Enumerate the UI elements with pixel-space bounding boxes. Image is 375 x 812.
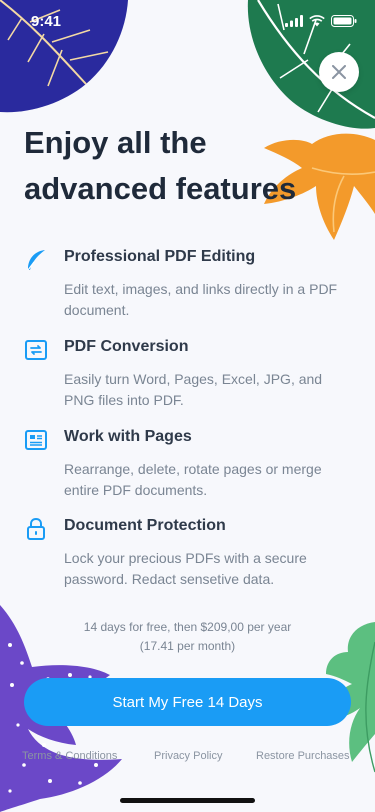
terms-link[interactable]: Terms & Conditions	[22, 750, 117, 762]
restore-purchases-link[interactable]: Restore Purchases	[256, 750, 350, 762]
feature-description: Edit text, images, and links directly in…	[64, 281, 338, 318]
status-time: 9:41	[31, 13, 62, 30]
pricing-line-1: 14 days for free, then $209,00 per year	[83, 620, 292, 634]
pages-icon	[25, 430, 47, 450]
feature-title: PDF Conversion	[64, 338, 189, 355]
page-title-line-2: advanced features	[24, 171, 297, 206]
close-button[interactable]	[319, 52, 359, 92]
conversion-icon	[25, 340, 47, 360]
feather-icon	[27, 250, 45, 271]
start-free-trial-button[interactable]: Start My Free 14 Days	[24, 678, 351, 726]
home-indicator	[120, 798, 255, 803]
feature-title: Professional PDF Editing	[64, 248, 256, 265]
feature-description: Lock your precious PDFs with a secure pa…	[64, 550, 307, 587]
signal-icon	[285, 15, 303, 27]
feature-description: Easily turn Word, Pages, Excel, JPG, and…	[64, 371, 323, 408]
feature-title: Document Protection	[64, 517, 226, 534]
page-title-line-1: Enjoy all the	[24, 125, 207, 160]
feature-title: Work with Pages	[64, 428, 192, 445]
lock-icon	[27, 517, 45, 540]
close-icon	[332, 65, 346, 79]
pricing-info: 14 days for free, then $209,00 per year …	[0, 618, 375, 656]
battery-icon	[331, 15, 357, 27]
pricing-line-2: (17.41 per month)	[139, 639, 236, 653]
wifi-icon	[309, 15, 325, 27]
status-icons	[285, 15, 357, 27]
feature-description: Rearrange, delete, rotate pages or merge…	[64, 461, 322, 498]
status-bar: 9:41	[0, 0, 375, 44]
privacy-policy-link[interactable]: Privacy Policy	[154, 750, 222, 762]
page-title: Enjoy all the advanced features	[24, 120, 324, 212]
